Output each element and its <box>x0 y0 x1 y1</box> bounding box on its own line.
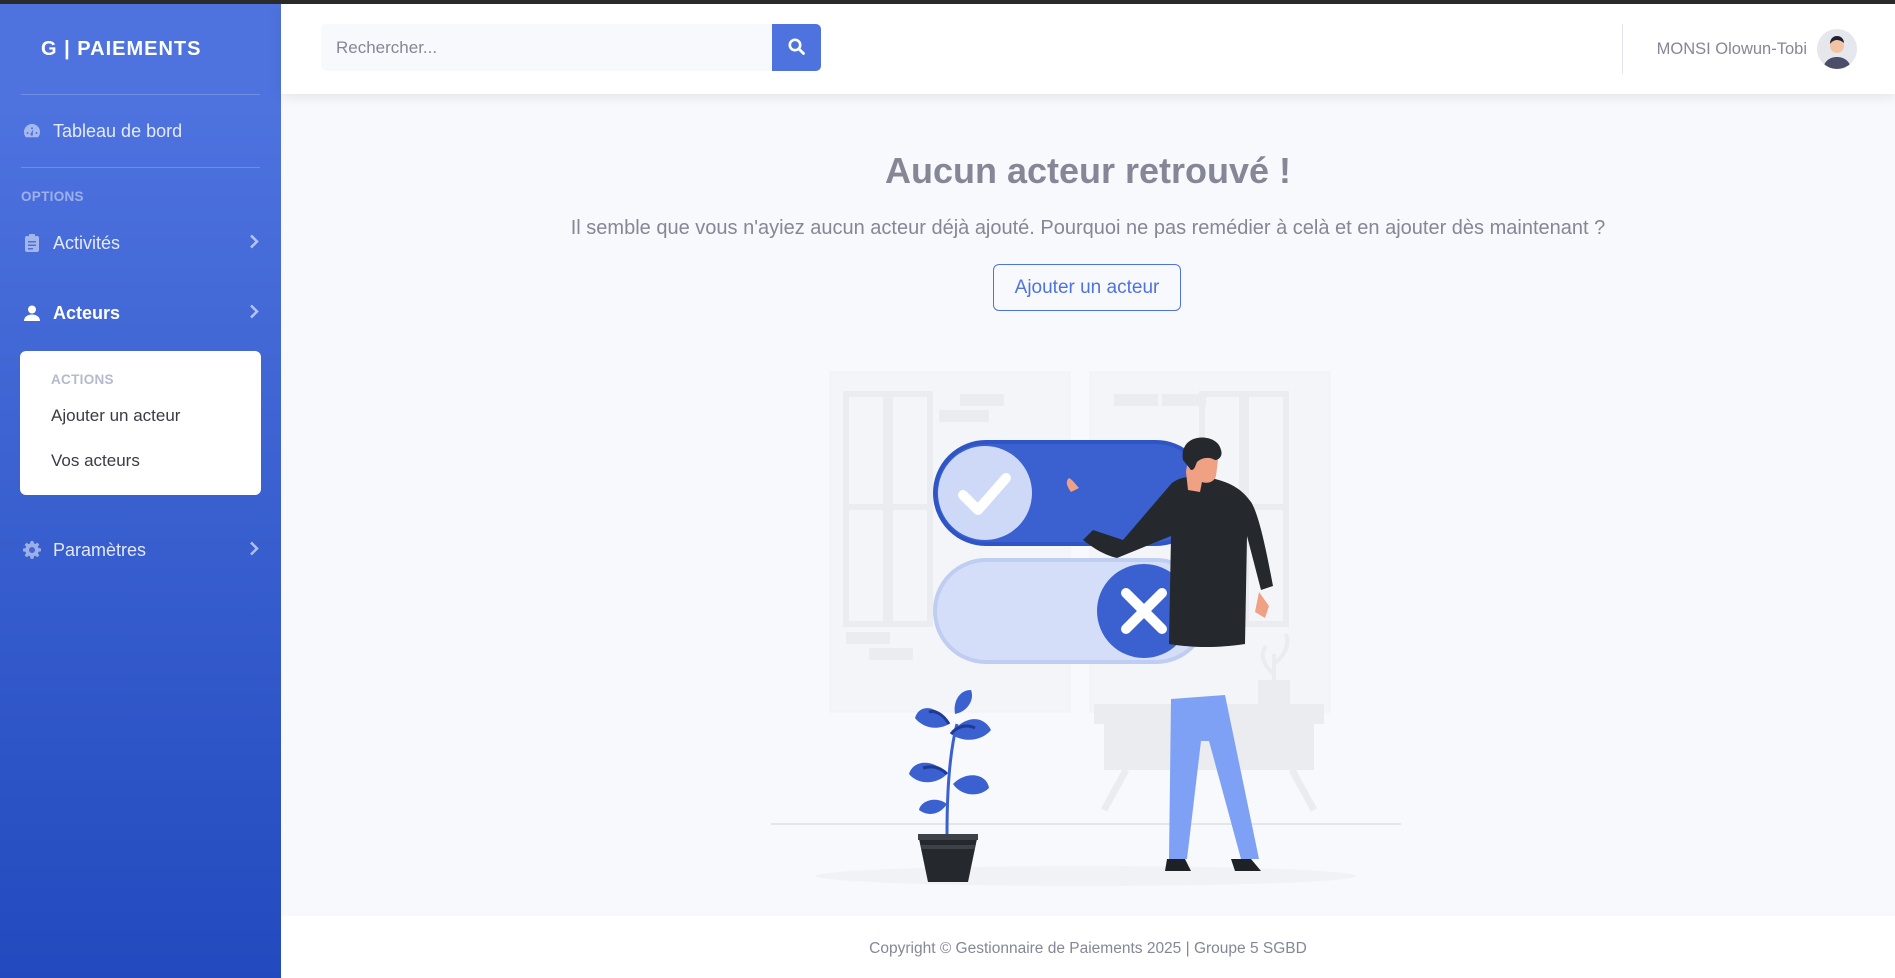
sidebar-item-parametres[interactable]: Paramètres <box>0 515 281 585</box>
copyright-text: Copyright © Gestionnaire de Paiements 20… <box>869 940 1307 957</box>
chevron-right-icon <box>249 233 259 254</box>
submenu-item-your-actors[interactable]: Vos acteurs <box>20 438 261 483</box>
clipboard-icon <box>22 233 42 253</box>
topbar-divider <box>1622 24 1623 74</box>
sidebar-item-label: Acteurs <box>53 302 121 323</box>
sidebar-heading-options: OPTIONS <box>21 189 84 204</box>
sidebar-item-acteurs[interactable]: Acteurs <box>0 278 281 348</box>
search-button[interactable] <box>772 24 821 71</box>
search-bar <box>321 24 821 71</box>
footer: Copyright © Gestionnaire de Paiements 20… <box>281 916 1895 978</box>
acteurs-submenu: ACTIONS Ajouter un acteur Vos acteurs <box>20 351 261 495</box>
empty-state-illustration <box>771 364 1411 954</box>
main-content: Aucun acteur retrouvé ! Il semble que vo… <box>281 94 1895 916</box>
sidebar-item-dashboard-label: Tableau de bord <box>53 120 183 141</box>
sidebar-brand[interactable]: G | PAIEMENTS <box>0 4 281 94</box>
empty-state-message: Il semble que vous n'ayiez aucun acteur … <box>570 217 1606 239</box>
sidebar-item-activites[interactable]: Activités <box>0 208 281 278</box>
submenu-heading: ACTIONS <box>51 371 114 387</box>
chevron-right-icon <box>249 303 259 324</box>
topbar: MONSI Olowun-Tobi <box>281 4 1895 94</box>
page-title: Aucun acteur retrouvé ! <box>884 150 1292 191</box>
search-icon <box>788 38 805 58</box>
dashboard-icon <box>22 121 42 141</box>
user-menu[interactable]: MONSI Olowun-Tobi <box>1657 28 1857 70</box>
sidebar-item-dashboard[interactable]: Tableau de bord <box>0 95 281 167</box>
gear-icon <box>22 540 42 560</box>
search-input[interactable] <box>321 24 772 71</box>
chevron-right-icon <box>249 540 259 561</box>
user-icon <box>22 303 42 323</box>
sidebar-item-label: Activités <box>53 232 121 253</box>
submenu-item-add-actor[interactable]: Ajouter un acteur <box>20 393 261 438</box>
sidebar-item-label: Paramètres <box>53 539 147 560</box>
avatar <box>1817 29 1857 69</box>
sidebar: G | PAIEMENTS Tableau de bord OPTIONS Ac… <box>0 4 281 978</box>
add-actor-button[interactable]: Ajouter un acteur <box>993 264 1181 311</box>
user-name: MONSI Olowun-Tobi <box>1656 39 1807 58</box>
